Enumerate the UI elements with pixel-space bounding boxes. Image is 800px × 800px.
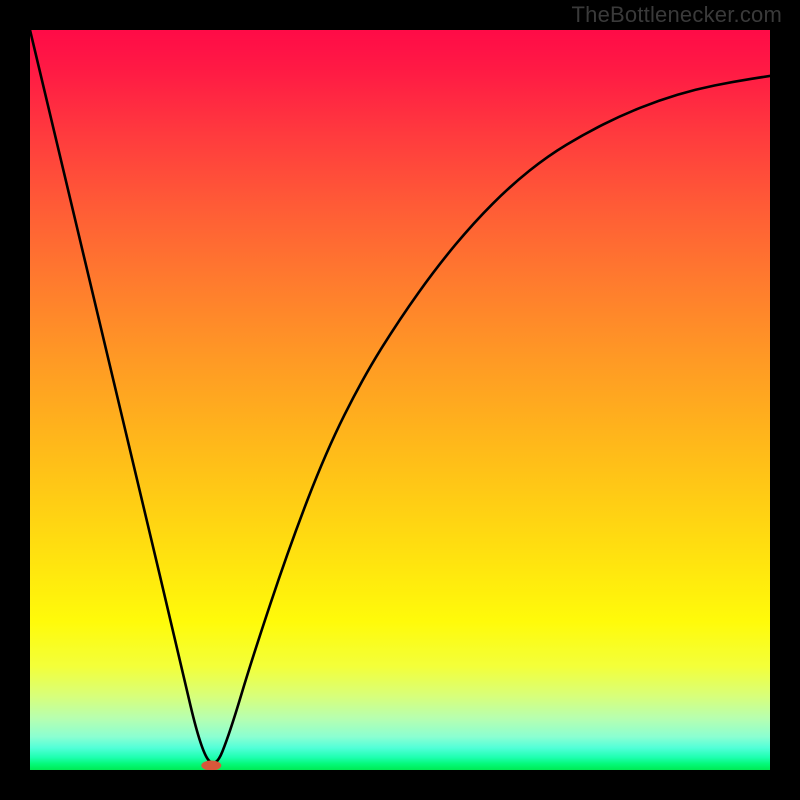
optimal-point-marker <box>201 761 221 770</box>
bottleneck-curve <box>30 30 770 770</box>
chart-frame: TheBottlenecker.com <box>0 0 800 800</box>
plot-area <box>30 30 770 770</box>
curve-path <box>30 30 770 763</box>
watermark-text: TheBottlenecker.com <box>572 2 782 28</box>
